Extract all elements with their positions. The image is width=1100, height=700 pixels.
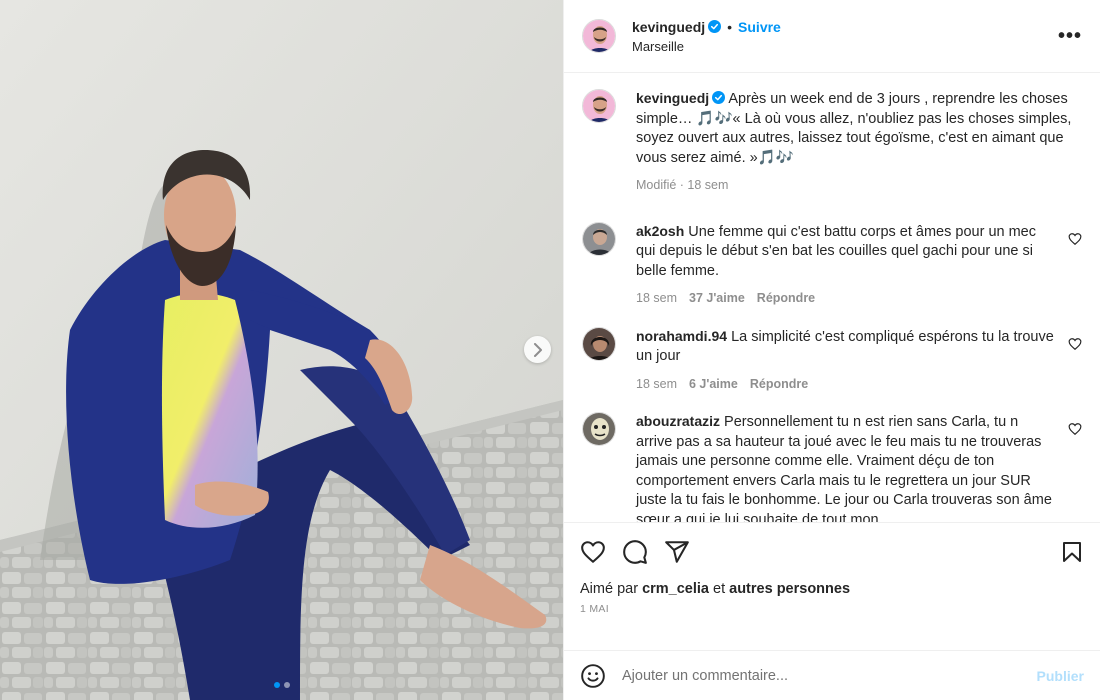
liked-by-prefix: Aimé par: [580, 581, 639, 597]
comment-time: 18 sem: [636, 376, 677, 391]
comment-item: norahamdi.94 La simplicité c'est compliq…: [582, 326, 1082, 395]
liked-by-others[interactable]: autres personnes: [729, 581, 850, 597]
comment-bubble-icon: [623, 540, 647, 564]
save-button[interactable]: [1060, 540, 1084, 564]
author-username[interactable]: kevinguedj: [632, 19, 705, 35]
post-date: 1 MAI: [580, 603, 609, 615]
comment-username[interactable]: norahamdi.94: [636, 328, 727, 344]
reply-button[interactable]: Répondre: [750, 375, 808, 395]
next-photo-button[interactable]: [524, 336, 551, 363]
photo-image: [0, 0, 563, 700]
bookmark-icon: [1063, 542, 1081, 562]
liked-by-and: et: [713, 581, 726, 597]
post-dialog: kevinguedj • Suivre Marseille ••• keving…: [0, 0, 1100, 700]
comment-button[interactable]: [622, 539, 648, 565]
heart-icon: [581, 541, 605, 563]
carousel-dot: [283, 682, 290, 688]
post-photo[interactable]: [0, 0, 563, 700]
comment-username[interactable]: ak2osh: [636, 223, 684, 239]
heart-icon[interactable]: [1068, 422, 1082, 436]
comments-list[interactable]: kevinguedj Après un week end de 3 jours …: [564, 73, 1100, 522]
verified-badge-icon: [708, 19, 722, 33]
heart-icon[interactable]: [1068, 232, 1082, 246]
carousel-dots: [0, 682, 563, 688]
commenter-avatar[interactable]: [582, 326, 616, 361]
share-button[interactable]: [664, 539, 690, 565]
avatar-image: [583, 222, 615, 255]
caption-avatar[interactable]: [582, 89, 616, 123]
comment-input[interactable]: [622, 667, 1037, 684]
caption-body: kevinguedj Après un week end de 3 jours …: [636, 89, 1082, 196]
chevron-right-icon: [533, 342, 542, 357]
add-comment-bar: Publier: [564, 650, 1100, 700]
comment-text: Une femme qui c'est battu corps et âmes …: [636, 223, 1036, 279]
comment-meta: 18 sem 6 J'aime Répondre: [636, 375, 1054, 395]
comment-username[interactable]: abouzrataziz: [636, 413, 720, 429]
smiley-icon: [581, 663, 605, 688]
avatar-image: [583, 90, 615, 122]
commenter-avatar[interactable]: [582, 412, 616, 446]
avatar-image: [583, 327, 615, 360]
caption-username[interactable]: kevinguedj: [636, 90, 709, 106]
follow-button[interactable]: Suivre: [738, 19, 781, 35]
emoji-button[interactable]: [580, 663, 606, 689]
comment-meta: 18 sem 37 J'aime Répondre: [636, 289, 1054, 309]
verified-badge-icon: [712, 91, 726, 104]
comment-body: norahamdi.94 La simplicité c'est compliq…: [636, 327, 1054, 395]
comment-likes[interactable]: 37 J'aime: [689, 289, 745, 309]
likes-summary: Aimé par crm_celia et autres personnes: [580, 581, 1084, 597]
more-dots-icon: •••: [1058, 24, 1083, 47]
reply-button[interactable]: Répondre: [757, 289, 815, 309]
like-button[interactable]: [580, 539, 606, 565]
header-separator: •: [727, 18, 733, 35]
avatar-image: [583, 413, 615, 445]
comment-likes[interactable]: 6 J'aime: [689, 375, 738, 395]
action-icons: [580, 537, 1084, 567]
post-caption: kevinguedj Après un week end de 3 jours …: [582, 89, 1082, 196]
liked-by-user[interactable]: crm_celia: [642, 581, 709, 597]
caption-edited-time: Modifié · 18 sem: [636, 178, 729, 192]
publish-button[interactable]: Publier: [1037, 668, 1084, 684]
comment-item: ak2osh Une femme qui c'est battu corps e…: [582, 221, 1082, 309]
post-header: kevinguedj • Suivre Marseille •••: [564, 0, 1100, 73]
comment-item: abouzrataziz Personnellement tu n est ri…: [582, 412, 1082, 522]
comment-body: abouzrataziz Personnellement tu n est ri…: [636, 412, 1054, 522]
post-sidebar: kevinguedj • Suivre Marseille ••• keving…: [563, 0, 1100, 700]
header-names: kevinguedj • Suivre Marseille: [632, 19, 781, 54]
author-avatar[interactable]: [582, 19, 616, 53]
more-options-button[interactable]: •••: [1058, 25, 1082, 48]
heart-icon[interactable]: [1068, 337, 1082, 351]
avatar-image: [583, 20, 615, 52]
post-location[interactable]: Marseille: [632, 39, 781, 54]
comment-body: ak2osh Une femme qui c'est battu corps e…: [636, 222, 1054, 309]
commenter-avatar[interactable]: [582, 221, 616, 256]
caption-meta: Modifié · 18 sem: [636, 176, 1082, 196]
post-actions: Aimé par crm_celia et autres personnes 1…: [564, 522, 1100, 650]
comment-time: 18 sem: [636, 291, 677, 305]
paper-plane-icon: [665, 541, 689, 563]
carousel-dot-active: [273, 682, 280, 688]
comment-text: Personnellement tu n est rien sans Carla…: [636, 414, 1052, 522]
